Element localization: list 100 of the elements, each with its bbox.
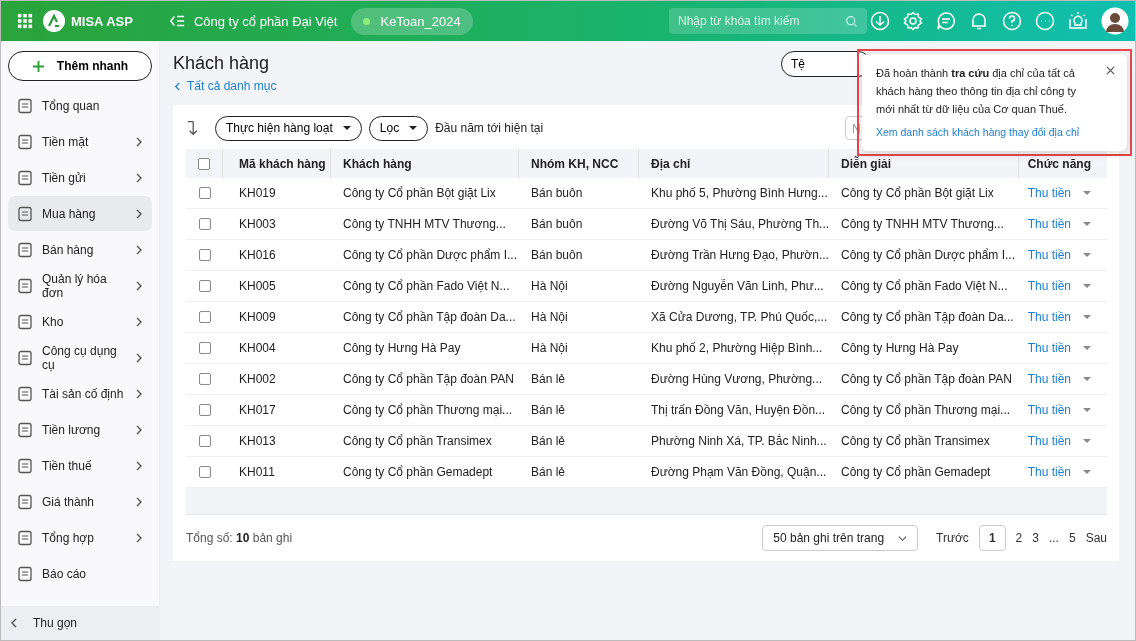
menu-icon <box>16 168 34 187</box>
checkbox[interactable] <box>198 157 210 170</box>
menu-collapse-icon[interactable] <box>168 13 185 29</box>
page-number[interactable]: ... <box>1048 531 1059 545</box>
period-label: Đầu năm tới hiện tại <box>435 121 544 135</box>
menu-icon <box>16 240 34 259</box>
sidebar-item[interactable]: Tổng quan <box>8 88 152 123</box>
page-title: Khách hàng <box>173 53 271 74</box>
table-cell-text: Công ty Cổ phần Tập đoàn Da... <box>840 310 1015 324</box>
sidebar-item[interactable]: Tài sản cố định <box>8 376 152 411</box>
sidebar-item[interactable]: Quản lý hóa đơn <box>8 268 152 303</box>
caret-icon[interactable] <box>1083 191 1091 195</box>
menu-icon <box>16 384 34 403</box>
table-cell-text: Công ty Cổ phần Tập đoàn PAN <box>342 372 515 386</box>
page-number[interactable]: 2 <box>1015 531 1023 545</box>
column-header: Mã khách hàng <box>223 149 331 178</box>
logo-icon <box>43 10 65 32</box>
next-page-button[interactable]: Sau <box>1085 531 1107 545</box>
page-number[interactable]: 1 <box>978 525 1006 551</box>
sidebar-item[interactable]: Tổng hợp <box>8 520 152 555</box>
collect-link[interactable]: Thu tiền <box>1027 434 1071 448</box>
caret-icon[interactable] <box>1083 408 1091 412</box>
bell-icon[interactable] <box>969 11 989 31</box>
table-cell-text: Bán lẻ <box>530 372 567 386</box>
collect-link[interactable]: Thu tiền <box>1027 403 1071 417</box>
table-cell-text: Bán lẻ <box>530 403 567 417</box>
collect-link[interactable]: Thu tiền <box>1027 279 1071 293</box>
caret-icon[interactable] <box>1083 377 1091 381</box>
page-number[interactable]: 5 <box>1068 531 1076 545</box>
checkbox[interactable] <box>198 466 211 478</box>
sidebar-item[interactable]: Tiền thuế <box>8 448 152 483</box>
caret-icon[interactable] <box>1083 284 1091 288</box>
table-cell-text: Công ty Cổ phần Transimex <box>840 434 991 448</box>
avatar[interactable] <box>1101 7 1129 35</box>
column-header: Chức năng <box>1026 155 1092 173</box>
caret-icon[interactable] <box>1083 315 1091 319</box>
sidebar-item[interactable]: Tiền gửi <box>8 160 152 195</box>
checkbox[interactable] <box>198 435 211 447</box>
checkbox[interactable] <box>198 187 211 199</box>
table-cell-text: Công ty Cổ phần Dược phẩm I... <box>342 248 518 262</box>
menu-icon <box>16 204 34 223</box>
table-cell-text: Bán lẻ <box>530 465 567 479</box>
more-icon[interactable] <box>1035 11 1055 31</box>
table-cell-text: KH011 <box>238 465 276 479</box>
quick-add-button[interactable]: Thêm nhanh <box>8 51 152 81</box>
chevron-left-icon <box>9 618 19 628</box>
previous-page-button[interactable]: Trước <box>936 531 969 545</box>
collapse-button[interactable]: Thu gọn <box>1 606 159 640</box>
table-cell-text: Phường Ninh Xá, TP. Bắc Ninh... <box>650 434 828 448</box>
sidebar-item[interactable]: Giá thành <box>8 484 152 519</box>
caret-icon[interactable] <box>1083 346 1091 350</box>
table-cell-text: Đường Hùng Vương, Phường... <box>650 372 824 386</box>
page-number[interactable]: 3 <box>1032 531 1039 545</box>
checkbox[interactable] <box>198 404 211 416</box>
chat-icon[interactable] <box>936 11 956 31</box>
help-icon[interactable] <box>1002 11 1022 31</box>
sidebar-item[interactable]: Báo cáo <box>8 556 152 591</box>
collect-link[interactable]: Thu tiền <box>1027 186 1071 200</box>
sidebar-item[interactable]: Kho <box>8 304 152 339</box>
settings-icon[interactable] <box>903 11 923 31</box>
checkbox[interactable] <box>198 280 211 292</box>
sidebar-item[interactable]: Bán hàng <box>8 232 152 267</box>
filter-dropdown[interactable]: Lọc <box>368 115 429 141</box>
checkbox[interactable] <box>198 342 211 354</box>
collect-link[interactable]: Thu tiền <box>1027 465 1071 479</box>
download-icon[interactable] <box>870 11 890 31</box>
collect-link[interactable]: Thu tiền <box>1027 217 1071 231</box>
page-size-dropdown[interactable]: 50 bản ghi trên trang <box>762 525 919 551</box>
sidebar-item[interactable]: Tiền lương <box>8 412 152 447</box>
collect-link[interactable]: Thu tiền <box>1027 372 1071 386</box>
brand-name: MISA ASP <box>71 13 133 29</box>
sidebar-item[interactable]: Tiền mặt <box>8 124 152 159</box>
collect-link[interactable]: Thu tiền <box>1027 248 1071 262</box>
table-cell-text: Công ty TNHH MTV Thương... <box>342 217 507 231</box>
caret-icon[interactable] <box>1083 470 1091 474</box>
collect-link[interactable]: Thu tiền <box>1027 310 1071 324</box>
table-cell-text: KH003 <box>238 217 277 231</box>
sidebar-item[interactable]: Công cụ dụng cụ <box>8 340 152 375</box>
checkbox[interactable] <box>198 311 211 323</box>
checkbox[interactable] <box>198 249 211 261</box>
bulk-action-dropdown[interactable]: Thực hiện hàng loạt <box>215 115 362 141</box>
lightbulb-book-icon[interactable] <box>1068 11 1088 31</box>
change-list-link[interactable]: Xem danh sách khách hàng thay đổi địa chỉ <box>876 126 1117 138</box>
back-link[interactable]: Tất cả danh mục <box>173 79 277 93</box>
caret-icon[interactable] <box>1083 439 1091 443</box>
close-icon[interactable] <box>1106 66 1115 75</box>
collect-link[interactable]: Thu tiền <box>1027 341 1071 355</box>
table-cell-text: KH019 <box>238 186 277 200</box>
caret-icon[interactable] <box>1083 253 1091 257</box>
menu-icon <box>16 96 34 115</box>
column-header: Khách hàng <box>331 149 519 178</box>
sidebar-item[interactable]: Mua hàng <box>8 196 152 231</box>
table-cell-text: Hà Nội <box>530 279 569 293</box>
caret-icon[interactable] <box>1083 222 1091 226</box>
table-cell-text: Đường Phạm Văn Đồng, Quận... <box>650 465 828 479</box>
table-cell-text: Đường Nguyễn Văn Linh, Phư... <box>650 279 825 293</box>
apps-grid-icon[interactable] <box>17 13 33 29</box>
checkbox[interactable] <box>198 373 211 385</box>
search-icon <box>845 14 858 28</box>
checkbox[interactable] <box>198 218 211 230</box>
